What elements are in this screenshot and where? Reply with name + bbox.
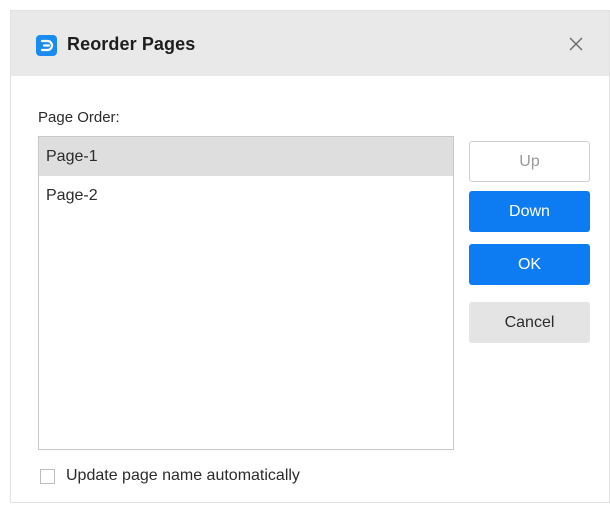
dialog-titlebar: Reorder Pages	[11, 11, 609, 76]
page-order-label: Page Order:	[38, 109, 120, 126]
list-item-page-1[interactable]: Page-1	[39, 137, 453, 176]
update-page-name-checkbox[interactable]	[40, 469, 55, 484]
cancel-button[interactable]: Cancel	[469, 302, 590, 343]
update-page-name-label: Update page name automatically	[66, 467, 300, 484]
close-icon	[569, 37, 583, 51]
page-order-list[interactable]: Page-1 Page-2	[38, 136, 454, 450]
app-logo-icon	[36, 35, 57, 56]
dialog-title: Reorder Pages	[67, 34, 196, 54]
reorder-pages-dialog: Reorder Pages Page Order: Page-1 Page-2 …	[10, 10, 610, 503]
up-button[interactable]: Up	[469, 141, 590, 182]
list-item-page-2[interactable]: Page-2	[39, 176, 453, 215]
close-button[interactable]	[563, 31, 589, 57]
down-button[interactable]: Down	[469, 191, 590, 232]
ok-button[interactable]: OK	[469, 244, 590, 285]
